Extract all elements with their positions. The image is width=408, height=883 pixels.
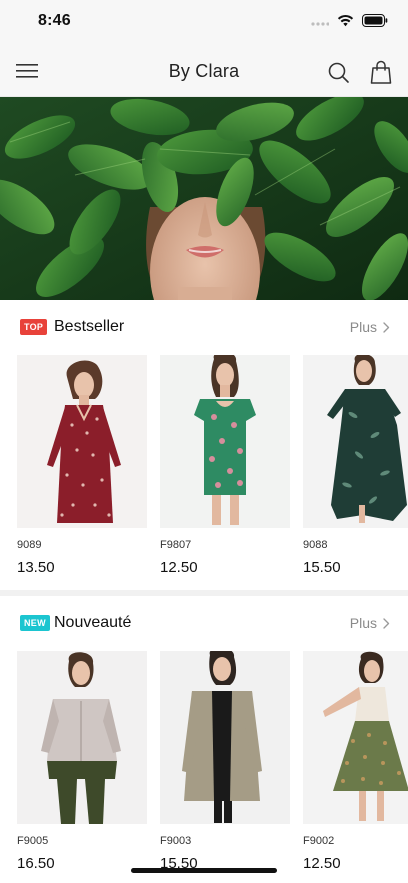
status-icons [311, 14, 388, 27]
section-title: Nouveauté [54, 614, 132, 631]
product-card[interactable]: F9003 15.50 [160, 651, 290, 881]
product-code: F9003 [160, 835, 192, 847]
dark-leaf-maxi-dress-image [303, 355, 408, 528]
shopping-bag-icon[interactable] [370, 60, 392, 84]
product-row[interactable]: 9089 13.50 F9807 12.50 9088 15.50 [17, 355, 408, 585]
product-code: 9088 [303, 539, 328, 551]
section-bestseller: TOP Bestseller Plus 9089 13.50 F9807 12.… [0, 300, 408, 590]
more-label: Plus [349, 615, 377, 631]
product-card[interactable]: F9002 12.50 [303, 651, 408, 881]
beige-trench-coat-image [160, 651, 290, 824]
signal-icon [311, 21, 329, 26]
product-card[interactable]: 9088 15.50 [303, 355, 408, 585]
more-label: Plus [349, 319, 377, 335]
product-image [303, 355, 408, 528]
green-print-skirt-image [303, 651, 408, 824]
product-image [160, 355, 290, 528]
home-indicator[interactable] [131, 868, 277, 873]
more-link[interactable]: Plus [350, 319, 390, 335]
top-badge: TOP [20, 319, 48, 335]
product-code: F9005 [17, 835, 49, 847]
wifi-icon [337, 14, 354, 27]
battery-icon [362, 14, 388, 27]
product-code: F9807 [160, 539, 192, 551]
silver-jacket-outfit-image [17, 651, 147, 824]
section-new-arrivals: NEW Nouveauté Plus F9005 16.50 F9003 15.… [0, 596, 408, 883]
product-image [303, 651, 408, 824]
product-image [17, 651, 147, 824]
new-badge: NEW [20, 615, 50, 631]
hero-image [0, 97, 408, 300]
product-row[interactable]: F9005 16.50 F9003 15.50 F9002 12.50 [17, 651, 408, 881]
status-time: 8:46 [38, 12, 71, 29]
product-price: 16.50 [17, 855, 55, 872]
red-floral-dress-image [17, 355, 147, 528]
section-title: Bestseller [54, 318, 125, 335]
section-header: NEW Nouveauté Plus [0, 596, 408, 652]
green-floral-dress-image [160, 355, 290, 528]
product-card[interactable]: F9005 16.50 [17, 651, 147, 881]
search-icon[interactable] [328, 62, 350, 84]
product-price: 15.50 [303, 559, 341, 576]
product-price: 13.50 [17, 559, 55, 576]
chevron-right-icon [383, 617, 390, 629]
product-price: 12.50 [160, 559, 198, 576]
product-price: 12.50 [303, 855, 341, 872]
hero-banner[interactable] [0, 97, 408, 300]
more-link[interactable]: Plus [350, 615, 390, 631]
product-image [160, 651, 290, 824]
product-code: F9002 [303, 835, 335, 847]
product-card[interactable]: F9807 12.50 [160, 355, 290, 585]
product-code: 9089 [17, 539, 42, 551]
section-header: TOP Bestseller Plus [0, 300, 408, 356]
chevron-right-icon [383, 321, 390, 333]
status-bar: 8:46 [0, 0, 408, 44]
product-image [17, 355, 147, 528]
product-card[interactable]: 9089 13.50 [17, 355, 147, 585]
navbar: By Clara [0, 44, 408, 97]
